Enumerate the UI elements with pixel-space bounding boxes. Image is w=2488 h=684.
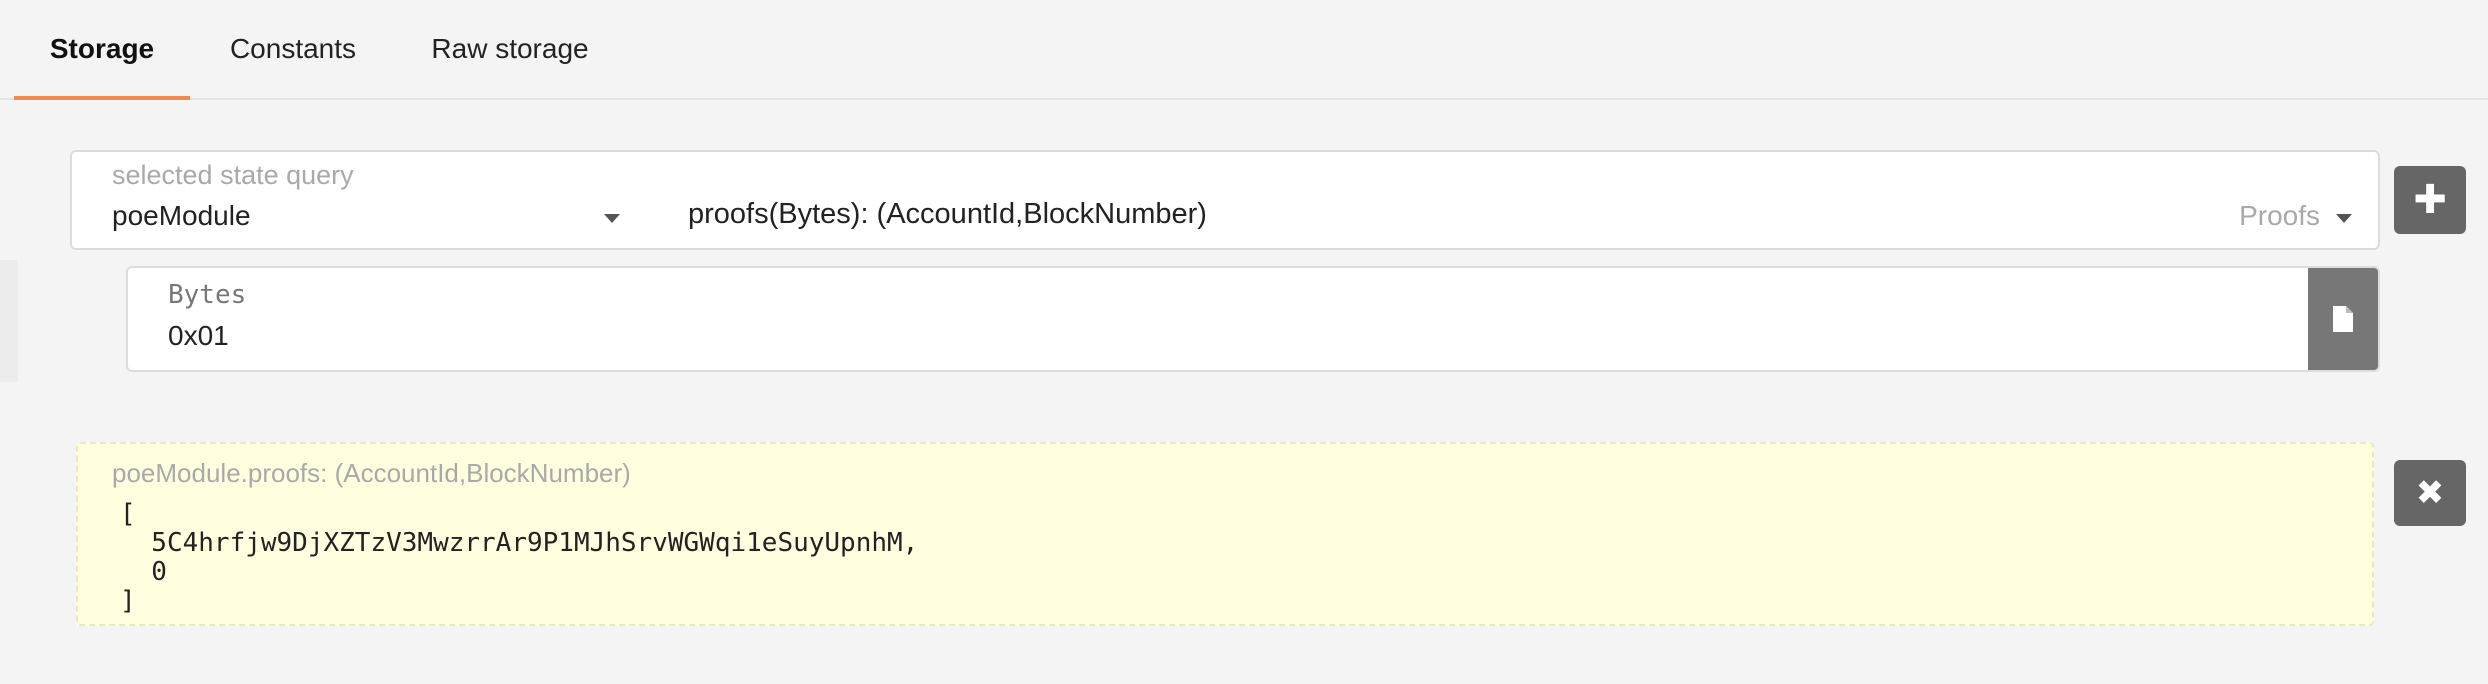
state-query-selector: selected state query poeModule proofs(By… bbox=[70, 150, 2380, 250]
close-icon: ✖ bbox=[2415, 474, 2445, 512]
add-query-button[interactable]: ✚ bbox=[2394, 166, 2466, 234]
method-dropdown[interactable]: proofs(Bytes): (AccountId,BlockNumber) bbox=[688, 198, 1207, 231]
chevron-down-icon[interactable] bbox=[2336, 214, 2352, 223]
param-label: Bytes bbox=[168, 280, 247, 310]
file-upload-button[interactable] bbox=[2308, 268, 2378, 370]
tab-bar: Storage Constants Raw storage bbox=[0, 0, 2488, 100]
bytes-param-input[interactable]: Bytes 0x01 bbox=[126, 266, 2380, 372]
query-result: poeModule.proofs: (AccountId,BlockNumber… bbox=[76, 442, 2374, 626]
remove-query-button[interactable]: ✖ bbox=[2394, 460, 2466, 526]
chevron-down-icon[interactable] bbox=[604, 214, 620, 223]
result-label: poeModule.proofs: (AccountId,BlockNumber… bbox=[112, 458, 631, 488]
tab-constants[interactable]: Constants bbox=[210, 0, 376, 98]
tab-storage[interactable]: Storage bbox=[14, 0, 190, 100]
param-indent-strip bbox=[0, 260, 18, 382]
section-label[interactable]: Proofs bbox=[2239, 200, 2320, 232]
state-query-label: selected state query bbox=[112, 160, 354, 190]
result-value: [ 5C4hrfjw9DjXZTzV3MwzrrAr9P1MJhSrvWGWqi… bbox=[120, 499, 919, 616]
module-dropdown[interactable]: poeModule bbox=[112, 200, 251, 232]
plus-icon: ✚ bbox=[2413, 178, 2447, 222]
param-value[interactable]: 0x01 bbox=[168, 320, 229, 352]
tab-raw-storage[interactable]: Raw storage bbox=[410, 0, 610, 98]
file-icon bbox=[2333, 306, 2353, 332]
